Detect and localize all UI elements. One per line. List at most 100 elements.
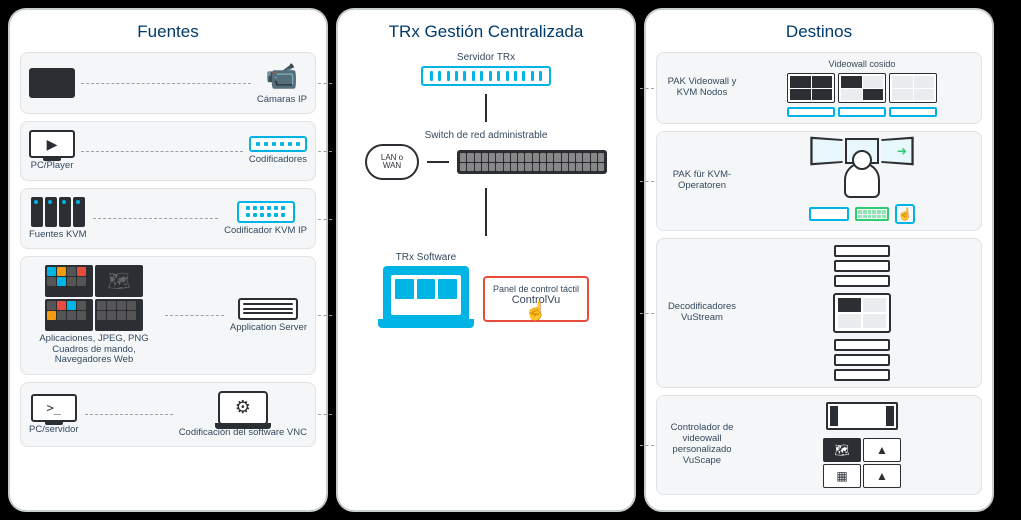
vustream-monitor-icon xyxy=(833,293,891,333)
decoder-icon xyxy=(834,245,890,257)
dest-title: Destinos xyxy=(656,22,982,42)
videowall-tile-icon xyxy=(889,73,937,103)
edge-dash xyxy=(640,181,654,182)
center-bottom: TRx Software Panel de control táctil Con… xyxy=(383,252,589,322)
vuscape-wall-icon: 🗺▲▦▲ xyxy=(823,438,901,488)
edge-dash xyxy=(318,315,332,316)
pak-node-icon xyxy=(838,107,886,117)
trx-server-label: Servidor TRx xyxy=(457,52,515,63)
dst-row-vustream: Decodificadores VuStream xyxy=(656,238,982,388)
vuscape-vis: 🗺▲▦▲ xyxy=(749,402,975,488)
ip-camera-block: 📹 Cámaras IP xyxy=(257,61,307,105)
sources-panel: Fuentes 📹 Cámaras IP ▶ PC/Player Codific… xyxy=(8,8,328,512)
keyboard-icon xyxy=(855,207,889,221)
vnc-block: ⚙ Codificación del software VNC xyxy=(179,391,307,438)
dash xyxy=(81,83,251,84)
traffic-thumb xyxy=(29,68,75,98)
pc-player-block: ▶ PC/Player xyxy=(29,130,75,171)
dst-vuscape-label: Controlador de videowall personalizado V… xyxy=(663,423,741,467)
pc-player-label: PC/Player xyxy=(31,161,74,171)
app-thumbs-icon xyxy=(45,265,143,297)
touch-icon: ☝ xyxy=(895,204,915,224)
src-row-cameras: 📹 Cámaras IP xyxy=(20,52,316,114)
switch-block: Switch de red administrable LAN o WAN xyxy=(348,130,624,180)
center-panel: TRx Gestión Centralizada Servidor TRx Sw… xyxy=(336,8,636,512)
kvm-encoder-label: Codificador KVM IP xyxy=(224,226,307,236)
dash xyxy=(93,218,219,219)
appserver-label: Application Server xyxy=(230,323,307,333)
encoders-label: Codificadores xyxy=(249,155,307,165)
edge-dash xyxy=(318,414,332,415)
dash xyxy=(165,315,224,316)
dst-operator-label: PAK für KVM-Operatoren xyxy=(663,170,741,192)
operator-vis: ➜ ☝ xyxy=(749,138,975,224)
pc-server-block: >_ PC/servidor xyxy=(29,394,79,435)
dash xyxy=(85,414,173,415)
edge-dash xyxy=(640,445,654,446)
kvm-sources-block: Fuentes KVM xyxy=(29,197,87,240)
src-row-pcplayer: ▶ PC/Player Codificadores xyxy=(20,121,316,180)
dst-row-vuscape: Controlador de videowall personalizado V… xyxy=(656,395,982,495)
kvm-sources-label: Fuentes KVM xyxy=(29,230,87,240)
line xyxy=(427,161,449,163)
monitor-icon: ▶ xyxy=(29,130,75,158)
person-icon xyxy=(844,162,880,198)
encoder-icon xyxy=(249,136,307,152)
pak-node-icon xyxy=(787,107,835,117)
decoder-icon xyxy=(834,369,890,381)
edge-dash xyxy=(318,83,332,84)
controlvu-line1: Panel de control táctil xyxy=(493,284,579,294)
videowall-tile-icon xyxy=(787,73,835,103)
apps-label: Aplicaciones, JPEG, PNG Cuadros de mando… xyxy=(29,334,159,365)
ip-camera-label: Cámaras IP xyxy=(257,95,307,105)
vuscape-controller-icon xyxy=(826,402,898,430)
edge-dash xyxy=(318,219,332,220)
cloud-line2: WAN xyxy=(383,162,401,170)
videowall-sublabel: Videowall cosido xyxy=(829,59,896,69)
edge-dash xyxy=(640,313,654,314)
center-stack: Servidor TRx Switch de red administrable… xyxy=(348,52,624,322)
camera-icon: 📹 xyxy=(266,61,298,92)
laptop-gear-icon: ⚙ xyxy=(218,391,268,425)
terminal-icon: >_ xyxy=(31,394,77,422)
dst-vustream-label: Decodificadores VuStream xyxy=(663,302,741,324)
controlvu-block: Panel de control táctil ControlVu ☝ xyxy=(483,276,589,322)
server-icon xyxy=(238,298,298,320)
dash xyxy=(81,151,243,152)
decoder-icon xyxy=(834,339,890,351)
apps-block: Aplicaciones, JPEG, PNG Cuadros de mando… xyxy=(29,265,159,365)
trx-laptop-icon xyxy=(383,266,469,322)
vustream-vis xyxy=(749,245,975,381)
decoder-icon xyxy=(834,275,890,287)
src-row-apps: Aplicaciones, JPEG, PNG Cuadros de mando… xyxy=(20,256,316,374)
trx-server-block: Servidor TRx xyxy=(421,52,551,86)
switch-label: Switch de red administrable xyxy=(425,130,548,141)
decoder-icon xyxy=(834,354,890,366)
encoders-block: Codificadores xyxy=(249,136,307,165)
center-title: TRx Gestión Centralizada xyxy=(389,22,584,42)
trx-software-label: TRx Software xyxy=(396,252,457,263)
kvm-encoder-block: Codificador KVM IP xyxy=(224,201,307,236)
trx-software-block: TRx Software xyxy=(383,252,469,322)
videowall-tile-icon xyxy=(838,73,886,103)
dst-row-operator: PAK für KVM-Operatoren ➜ ☝ xyxy=(656,131,982,231)
dest-panel: Destinos PAK Videowall y KVM Nodos Video… xyxy=(644,8,994,512)
trx-server-icon xyxy=(421,66,551,86)
hand-icon: ☝ xyxy=(525,301,547,322)
kvm-encoder-icon xyxy=(237,201,295,223)
dst-videowall-label: PAK Videowall y KVM Nodos xyxy=(663,77,741,99)
src-row-kvm: Fuentes KVM Codificador KVM IP xyxy=(20,188,316,249)
edge-dash xyxy=(318,151,332,152)
pc-server-label: PC/servidor xyxy=(29,425,79,435)
decoder-icon xyxy=(834,260,890,272)
pak-unit-icon xyxy=(809,207,849,221)
videowall-vis: Videowall cosido xyxy=(749,59,975,117)
sources-title: Fuentes xyxy=(20,22,316,42)
vline xyxy=(485,94,487,122)
network-switch-icon xyxy=(457,150,607,174)
appserver-block: Application Server xyxy=(230,298,307,333)
vnc-label: Codificación del software VNC xyxy=(179,428,307,438)
controlvu-icon: Panel de control táctil ControlVu ☝ xyxy=(483,276,589,322)
pak-node-icon xyxy=(889,107,937,117)
dst-row-videowall: PAK Videowall y KVM Nodos Videowall cosi… xyxy=(656,52,982,124)
